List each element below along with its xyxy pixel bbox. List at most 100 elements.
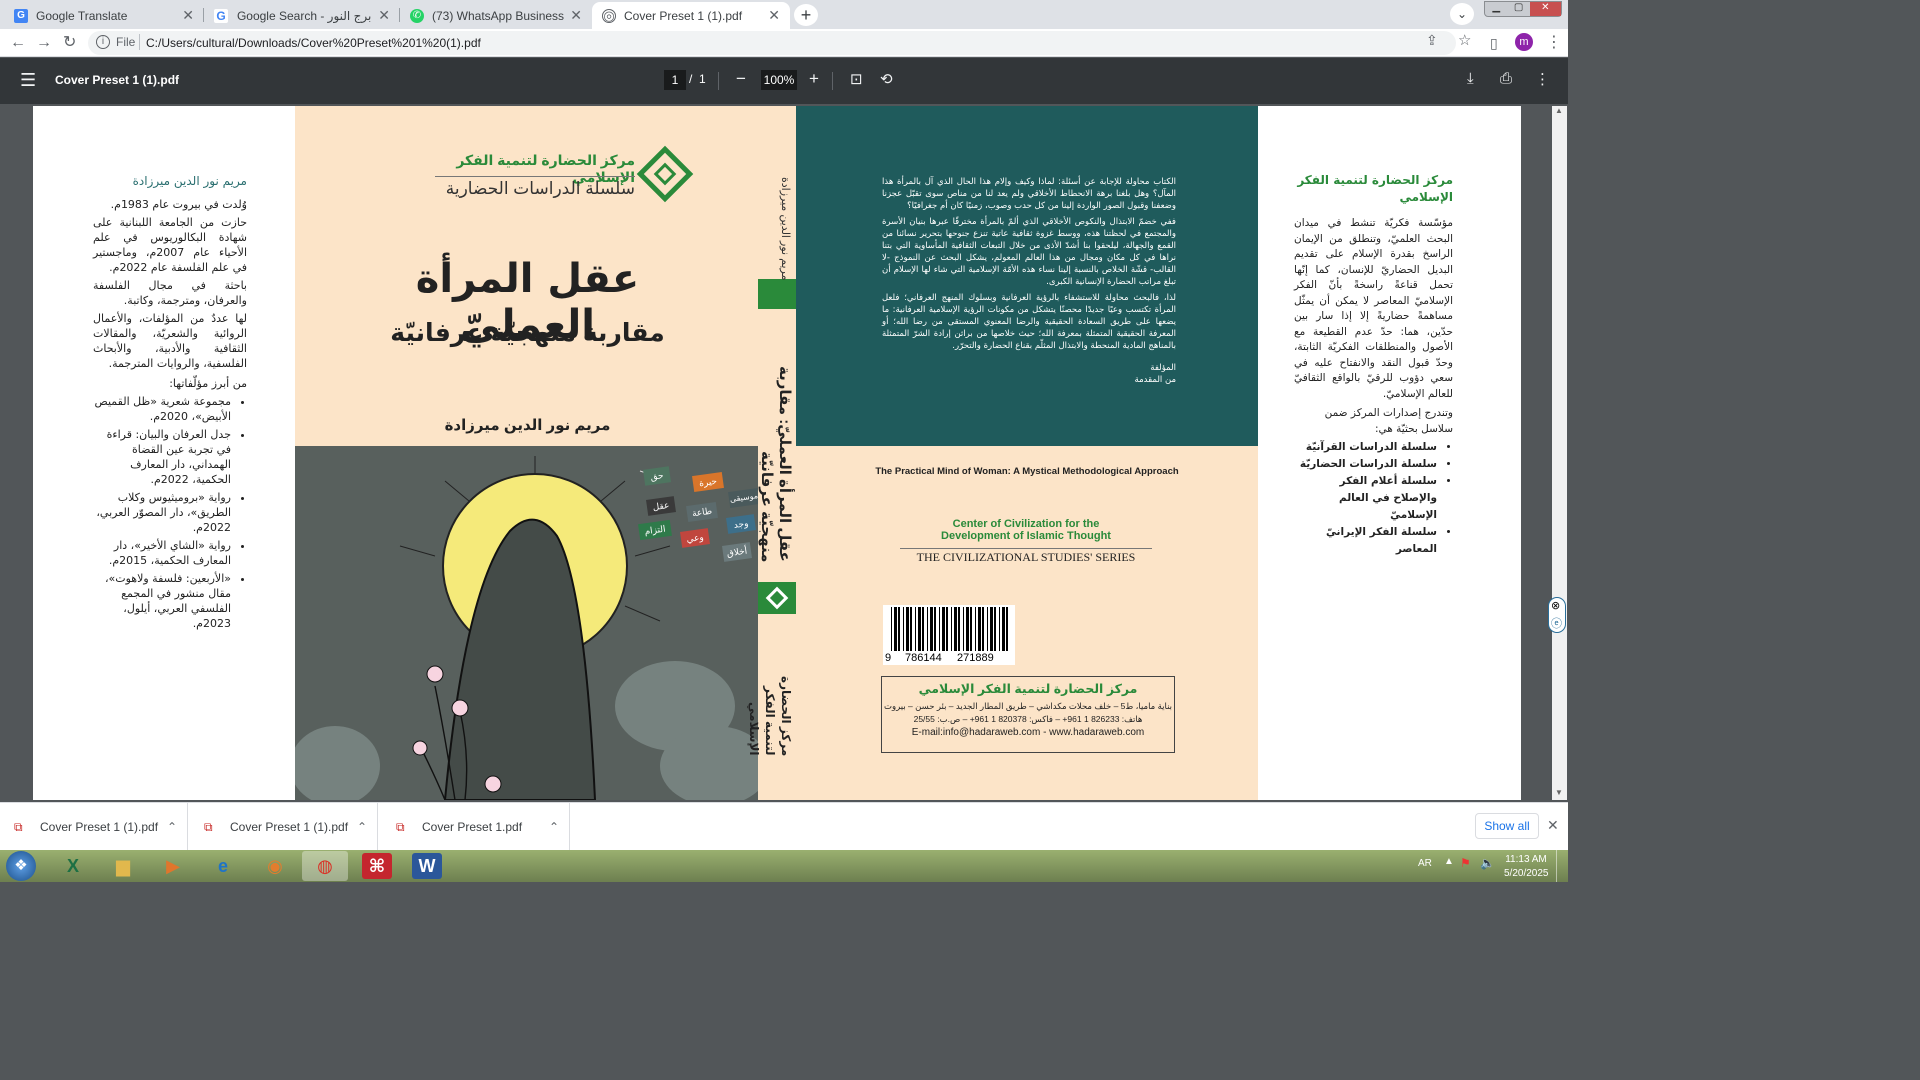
toolbar-divider: [832, 72, 833, 90]
barcode-digit: 9: [885, 652, 892, 664]
acrobat-icon[interactable]: ⌘: [354, 851, 400, 881]
bio-paragraph: وُلدت في بيروت عام 1983م.: [110, 198, 247, 211]
back-icon[interactable]: ←: [10, 33, 26, 53]
excel-icon[interactable]: X: [50, 851, 96, 881]
internet-explorer-icon[interactable]: e: [200, 851, 246, 881]
bio-paragraph: باحثة في مجال الفلسفة والعرفان، ومترجمة،…: [93, 279, 247, 307]
media-player-icon[interactable]: ▶: [150, 851, 196, 881]
network-flag-icon[interactable]: ⚑: [1460, 856, 1471, 870]
hamburger-menu-icon[interactable]: ☰: [20, 70, 36, 91]
download-item[interactable]: ⧉ Cover Preset 1 (1).pdf ⌃: [190, 803, 378, 851]
works-heading: من أبرز مؤلّفاتها:: [169, 377, 247, 390]
download-filename: Cover Preset 1 (1).pdf: [40, 820, 159, 834]
reload-icon[interactable]: ↻: [63, 33, 76, 53]
download-item[interactable]: ⧉ Cover Preset 1.pdf ⌃: [382, 803, 570, 851]
chevron-up-icon[interactable]: ⌃: [357, 820, 367, 834]
bio-paragraph: لها عددٌ من المؤلفات، والأعمال الروائية …: [93, 312, 247, 370]
spine-green-band: [758, 279, 796, 309]
scroll-down-icon[interactable]: ▼: [1555, 788, 1563, 797]
list-item: رواية «بروميثيوس وكلاب الطريق»، دار المص…: [93, 490, 231, 535]
tab-whatsapp[interactable]: ✆ (73) WhatsApp Business ✕: [400, 2, 592, 29]
tab-google-search[interactable]: G Google Search - برج النور ✕: [204, 2, 400, 29]
close-icon[interactable]: ✕: [378, 7, 390, 24]
page-number-input[interactable]: 1: [664, 70, 686, 90]
bookmark-star-icon[interactable]: ☆: [1458, 31, 1471, 49]
tab-google-translate[interactable]: G Google Translate ✕: [4, 2, 204, 29]
spine-publisher: مركز الحضارة لتنمية الفكر الإسلامي: [747, 675, 793, 756]
forward-icon[interactable]: →: [36, 33, 52, 53]
address-divider: [139, 34, 140, 50]
blurb-paragraph: الكتاب محاولة للإجابة عن أسئلة: لماذا وك…: [882, 177, 1176, 211]
close-circle-icon[interactable]: ⊗: [1551, 599, 1560, 612]
list-item: سلسلة الدراسات القرآنيّة: [1294, 439, 1437, 456]
close-icon[interactable]: ✕: [182, 7, 194, 24]
sidepanel-icon[interactable]: ▯: [1490, 33, 1498, 53]
volume-icon[interactable]: 🔈: [1480, 856, 1495, 870]
tab-search-chevron-icon[interactable]: ⌄: [1450, 3, 1474, 25]
barcode-icon: [891, 607, 1008, 651]
tray-expand-icon[interactable]: ▲: [1444, 856, 1454, 867]
avatar[interactable]: m: [1515, 33, 1533, 51]
list-item: مجموعة شعرية «ظل القميص الأبيض»، 2020م.: [93, 394, 231, 424]
pdf-file-icon: ⧉: [204, 820, 213, 834]
vertical-scrollbar[interactable]: ▲ ▼: [1552, 106, 1567, 800]
english-publisher: Center of Civilization for the Developme…: [941, 518, 1111, 542]
chevron-up-icon[interactable]: ⌃: [549, 820, 559, 834]
chrome-icon[interactable]: ◍: [302, 851, 348, 881]
blurb-source: من المقدمة: [1134, 375, 1176, 385]
close-downloads-icon[interactable]: ✕: [1547, 817, 1559, 834]
menu-kebab-icon[interactable]: ⋮: [1546, 33, 1562, 53]
share-icon[interactable]: ⇪: [1426, 32, 1438, 49]
zoom-input[interactable]: 100%: [761, 70, 797, 90]
list-item: سلسلة الفكر الإيرانيّ المعاصر: [1294, 524, 1437, 558]
contact-address: بناية ماميا، ط5 – خلف محلات مكداشي – طري…: [883, 701, 1173, 711]
new-tab-button[interactable]: +: [794, 4, 818, 26]
chevron-up-icon[interactable]: ⌃: [167, 820, 177, 834]
download-icon[interactable]: ⤓: [1467, 70, 1474, 87]
contact-phone: هاتف: 826233 1 961+ – فاكس: 820378 1 961…: [913, 714, 1143, 724]
download-item[interactable]: ⧉ Cover Preset 1 (1).pdf ⌃: [0, 803, 188, 851]
list-item: جدل العرفان والبيان: قراءة في تجربة عين …: [93, 427, 231, 487]
more-options-icon[interactable]: ⋮: [1535, 70, 1550, 88]
show-desktop-button[interactable]: [1556, 850, 1568, 882]
maximize-icon[interactable]: ▢: [1507, 2, 1529, 16]
clock-date[interactable]: 5/20/2025: [1504, 868, 1549, 879]
spine-title: عقل المرأة العمليّ: مقاربة منهجيّة عرفان…: [758, 366, 793, 562]
print-icon[interactable]: ⎙: [1500, 70, 1512, 87]
translate-widget-icon[interactable]: ⓔ: [1551, 615, 1562, 631]
info-icon[interactable]: i: [96, 35, 110, 49]
scheme-label: File: [116, 35, 136, 49]
book-spine: مريم نور الدين ميرزادة عقل المرأة العملي…: [747, 106, 796, 800]
tab-pdf-active[interactable]: ◎ Cover Preset 1 (1).pdf ✕: [592, 2, 790, 29]
scroll-up-icon[interactable]: ▲: [1555, 106, 1563, 115]
flap-paragraph: وتندرج إصدارات المركز ضمن سلاسل بحثيّة ه…: [1324, 407, 1453, 435]
address-bar[interactable]: i File C:/Users/cultural/Downloads/Cover…: [88, 31, 1471, 55]
list-item: «الأربعين: فلسفة ولاهوت»، مقال منشور في …: [93, 571, 231, 631]
firefox-icon[interactable]: ◉: [252, 851, 298, 881]
folder-icon[interactable]: ▆: [100, 851, 146, 881]
clock-time[interactable]: 11:13 AM: [1504, 854, 1548, 865]
floating-widget[interactable]: ⊗ ⓔ: [1548, 597, 1566, 633]
start-button-icon[interactable]: ❖: [6, 851, 36, 881]
url-text[interactable]: C:/Users/cultural/Downloads/Cover%20Pres…: [146, 32, 481, 54]
barcode-digits: 271889: [957, 652, 994, 664]
bio-author-name: مريم نور الدين ميرزادة: [132, 174, 247, 188]
flap-title: مركز الحضارة لتنمية الفكر الإسلامي: [1297, 173, 1453, 204]
zoom-in-icon[interactable]: +: [809, 69, 819, 89]
list-item: سلسلة الدراسات الحضاريّة: [1294, 456, 1437, 473]
works-list: مجموعة شعرية «ظل القميص الأبيض»، 2020م. …: [93, 394, 247, 631]
window-close-icon[interactable]: ✕: [1529, 2, 1562, 16]
close-icon[interactable]: ✕: [768, 7, 780, 24]
cover-illustration: حق حيرة موسيقى عقل طاعة وجد التزام وعي أ…: [295, 446, 760, 800]
show-all-button[interactable]: Show all: [1475, 813, 1539, 839]
tab-label: (73) WhatsApp Business: [432, 8, 565, 23]
close-icon[interactable]: ✕: [570, 7, 582, 24]
zoom-out-icon[interactable]: −: [736, 69, 746, 89]
rotate-icon[interactable]: ⟲: [880, 70, 893, 88]
pdf-file-icon: ⧉: [14, 820, 23, 834]
word-icon[interactable]: W: [404, 851, 450, 881]
page-total: 1: [699, 72, 706, 86]
fit-page-icon[interactable]: ⊡: [850, 70, 863, 88]
language-indicator[interactable]: AR: [1418, 858, 1432, 869]
minimize-icon[interactable]: ▁: [1485, 2, 1507, 16]
